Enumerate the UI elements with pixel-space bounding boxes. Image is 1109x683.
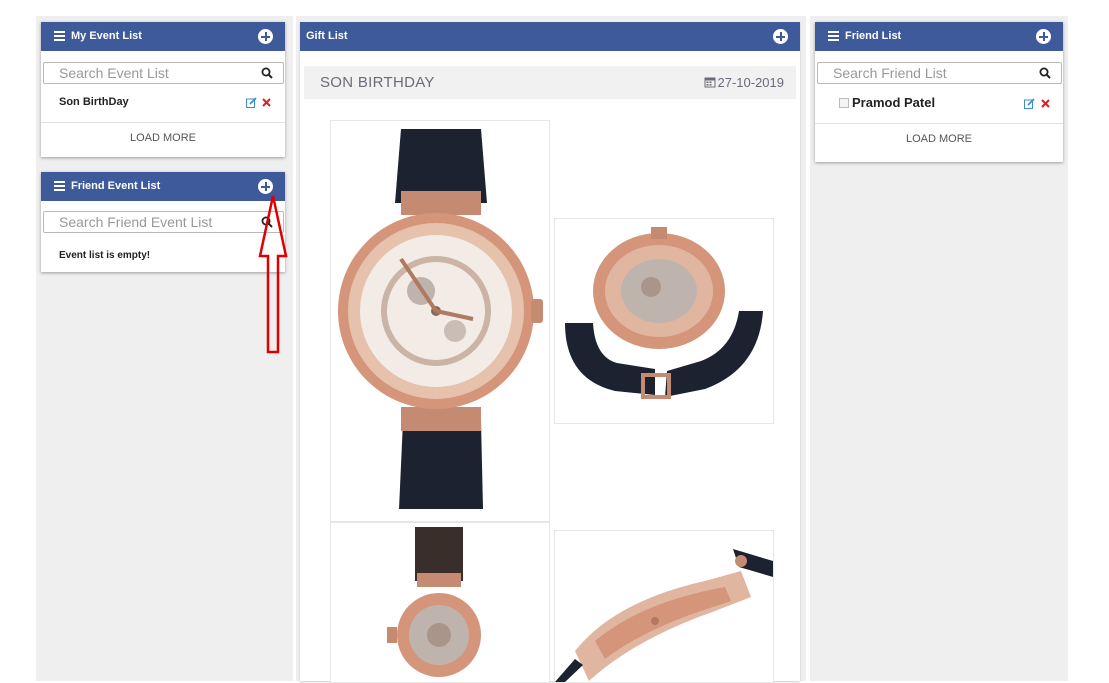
friend-search: [817, 62, 1062, 84]
my-event-load-more-button[interactable]: LOAD MORE: [41, 122, 285, 153]
watch-front-image: [338, 129, 543, 509]
friend-event-list-panel: Friend Event List Event list is empty!: [41, 172, 285, 272]
add-friend-button[interactable]: [1036, 29, 1051, 44]
friend-event-list-title: Friend Event List: [71, 180, 161, 192]
gift-card[interactable]: [554, 530, 774, 683]
friend-list-panel: Friend List Pramod Patel LOAD MORE: [815, 22, 1063, 162]
event-date: 27-10-2019: [704, 75, 785, 90]
watch-back-image: [565, 227, 763, 399]
close-icon[interactable]: [1041, 99, 1050, 108]
my-event-list-header: My Event List: [41, 22, 285, 51]
edit-icon[interactable]: [1024, 98, 1035, 109]
close-icon[interactable]: [262, 98, 271, 107]
search-icon[interactable]: [261, 67, 273, 79]
empty-event-message: Event list is empty!: [59, 250, 151, 261]
menu-icon[interactable]: [54, 31, 65, 41]
gift-list-panel: Gift List SON BIRTHDAY 27-10-2019: [300, 22, 800, 683]
my-event-list-panel: My Event List Son BirthDay LOAD MORE: [41, 22, 285, 157]
event-date-text: 27-10-2019: [717, 75, 785, 90]
friend-event-list-header: Friend Event List: [41, 172, 285, 201]
friend-event-search: [43, 211, 284, 233]
watch-back-closeup-image: [387, 527, 481, 677]
add-event-button[interactable]: [258, 29, 273, 44]
search-icon[interactable]: [1039, 67, 1051, 79]
gift-card[interactable]: [554, 218, 774, 424]
my-event-search: [43, 62, 284, 84]
checkbox-icon[interactable]: [839, 98, 849, 108]
annotation-arrow: [258, 195, 288, 354]
friend-list-header: Friend List: [815, 22, 1063, 51]
watch-side-image: [555, 549, 773, 682]
add-friend-event-button[interactable]: [258, 179, 273, 194]
my-event-list-title: My Event List: [71, 30, 142, 42]
friend-load-more-button[interactable]: LOAD MORE: [815, 123, 1063, 154]
event-name: SON BIRTHDAY: [320, 74, 435, 91]
friend-search-input[interactable]: [818, 63, 1031, 83]
gift-list-title: Gift List: [306, 30, 348, 42]
menu-icon[interactable]: [828, 31, 839, 41]
gift-list-header: Gift List: [300, 22, 800, 51]
event-subheader: SON BIRTHDAY 27-10-2019: [304, 66, 796, 99]
app-root: { "my_event_list": { "title": "My Event …: [0, 0, 1109, 683]
gift-card[interactable]: [330, 120, 550, 522]
friend-list-title: Friend List: [845, 30, 902, 42]
add-gift-button[interactable]: [773, 29, 788, 44]
menu-icon[interactable]: [54, 181, 65, 191]
calendar-icon: [704, 77, 715, 88]
event-item-label[interactable]: Son BirthDay: [59, 96, 129, 108]
edit-icon[interactable]: [246, 97, 257, 108]
my-event-search-input[interactable]: [44, 63, 253, 83]
gift-card[interactable]: [330, 522, 550, 683]
friend-event-search-input[interactable]: [44, 212, 253, 232]
friend-item-label[interactable]: Pramod Patel: [852, 95, 935, 110]
